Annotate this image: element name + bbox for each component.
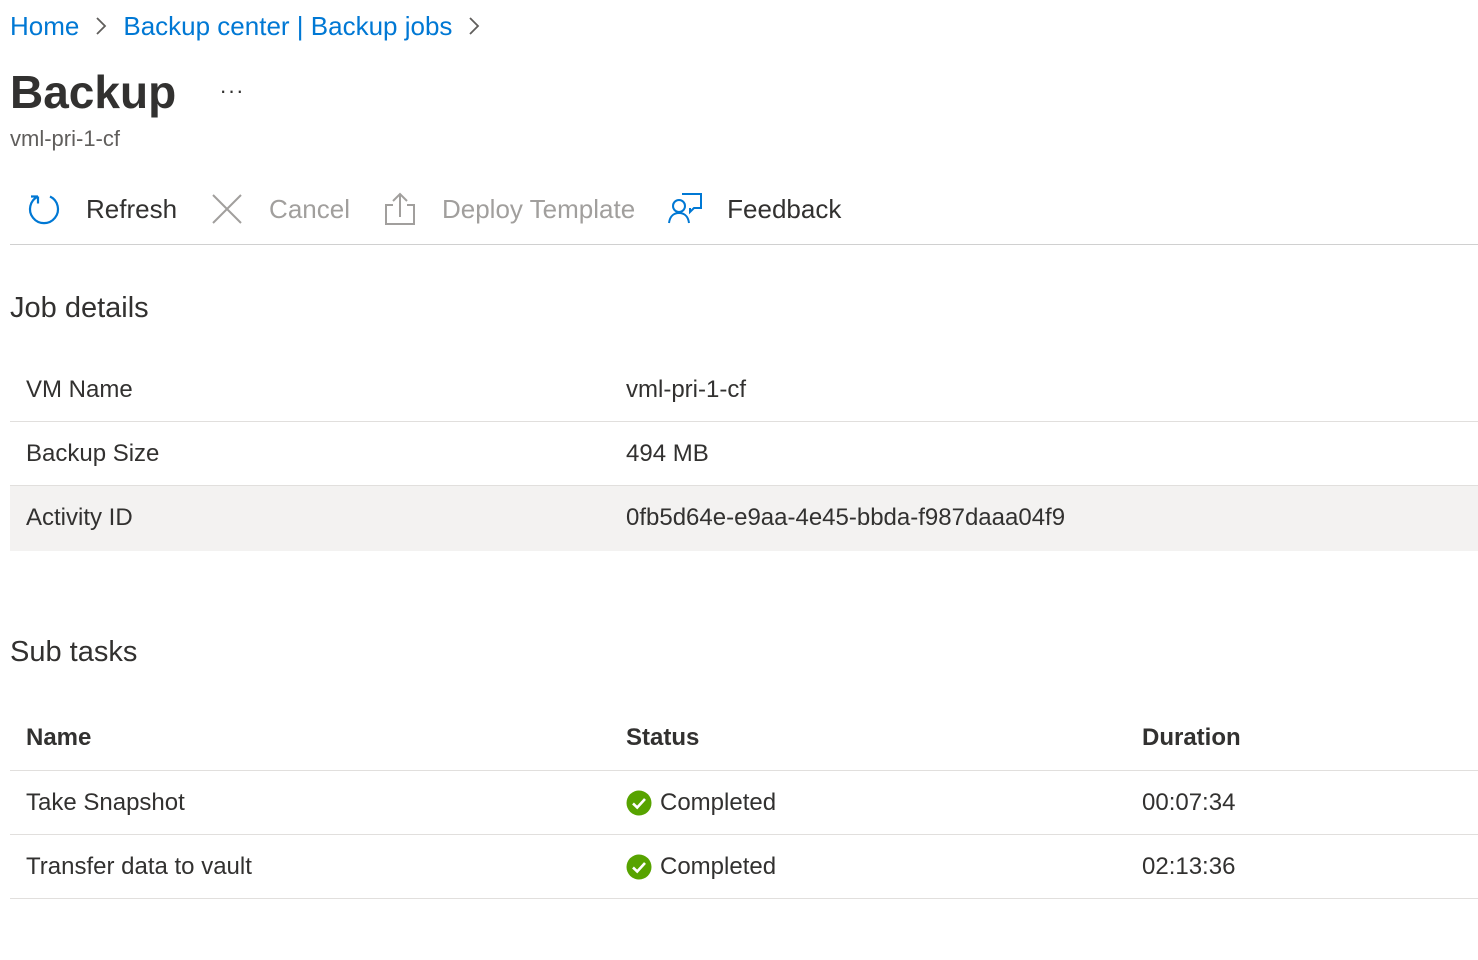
feedback-button[interactable]: Feedback — [663, 180, 841, 238]
task-name: Transfer data to vault — [26, 852, 252, 880]
chevron-right-icon — [79, 8, 123, 44]
task-status: Completed — [626, 853, 1142, 881]
refresh-label: Refresh — [86, 193, 178, 224]
column-header-duration: Duration — [1142, 724, 1241, 751]
detail-value: vml-pri-1-cf — [626, 375, 746, 403]
cancel-button[interactable]: Cancel — [205, 180, 350, 238]
page-subtitle: vml-pri-1-cf — [10, 126, 120, 151]
task-name: Take Snapshot — [26, 788, 185, 816]
task-duration: 00:07:34 — [1142, 788, 1236, 816]
cancel-icon — [205, 187, 249, 231]
task-status-label: Completed — [660, 852, 777, 880]
table-header: Name Status Duration — [10, 706, 1478, 771]
detail-label: VM Name — [26, 375, 133, 403]
column-header-name: Name — [26, 724, 92, 751]
table-row: Transfer data to vault Completed 02:13:3… — [10, 835, 1478, 899]
deploy-template-label: Deploy Template — [441, 193, 636, 224]
column-header-status: Status — [626, 724, 700, 751]
refresh-icon — [22, 187, 66, 231]
breadcrumb-home-link[interactable]: Home — [10, 11, 79, 42]
sub-tasks-heading: Sub tasks — [10, 636, 138, 668]
refresh-button[interactable]: Refresh — [22, 180, 177, 238]
deploy-template-icon — [378, 187, 422, 231]
chevron-right-icon — [452, 8, 496, 44]
breadcrumb: Home Backup center | Backup jobs — [10, 8, 496, 44]
command-bar: Refresh Cancel Deploy Template Feedback — [10, 180, 1478, 245]
success-check-icon — [626, 790, 652, 816]
breadcrumb-backup-jobs-link[interactable]: Backup center | Backup jobs — [123, 11, 452, 42]
detail-value: 0fb5d64e-e9aa-4e45-bbda-f987daaa04f9 — [626, 504, 1066, 531]
feedback-icon — [663, 187, 707, 231]
task-status-label: Completed — [660, 788, 777, 816]
task-duration: 02:13:36 — [1142, 852, 1236, 880]
job-details-table: VM Name vml-pri-1-cf Backup Size 494 MB … — [10, 358, 1478, 551]
sub-tasks-table: Name Status Duration Take Snapshot Compl… — [10, 706, 1478, 899]
detail-row-backup-size: Backup Size 494 MB — [10, 422, 1478, 486]
task-status: Completed — [626, 789, 1142, 817]
detail-row-activity-id[interactable]: Activity ID 0fb5d64e-e9aa-4e45-bbda-f987… — [10, 486, 1478, 551]
success-check-icon — [626, 854, 652, 880]
detail-label: Activity ID — [26, 504, 133, 531]
more-options-button[interactable]: ··· — [214, 76, 250, 106]
deploy-template-button[interactable]: Deploy Template — [378, 180, 635, 238]
job-details-heading: Job details — [10, 292, 149, 324]
cancel-label: Cancel — [269, 193, 350, 224]
detail-label: Backup Size — [26, 439, 160, 467]
page: Home Backup center | Backup jobs Backup … — [0, 0, 1478, 960]
detail-row-vm-name: VM Name vml-pri-1-cf — [10, 358, 1478, 422]
table-row: Take Snapshot Completed 00:07:34 — [10, 771, 1478, 835]
detail-value: 494 MB — [626, 439, 709, 467]
page-title: Backup — [10, 66, 177, 118]
feedback-label: Feedback — [727, 193, 842, 224]
